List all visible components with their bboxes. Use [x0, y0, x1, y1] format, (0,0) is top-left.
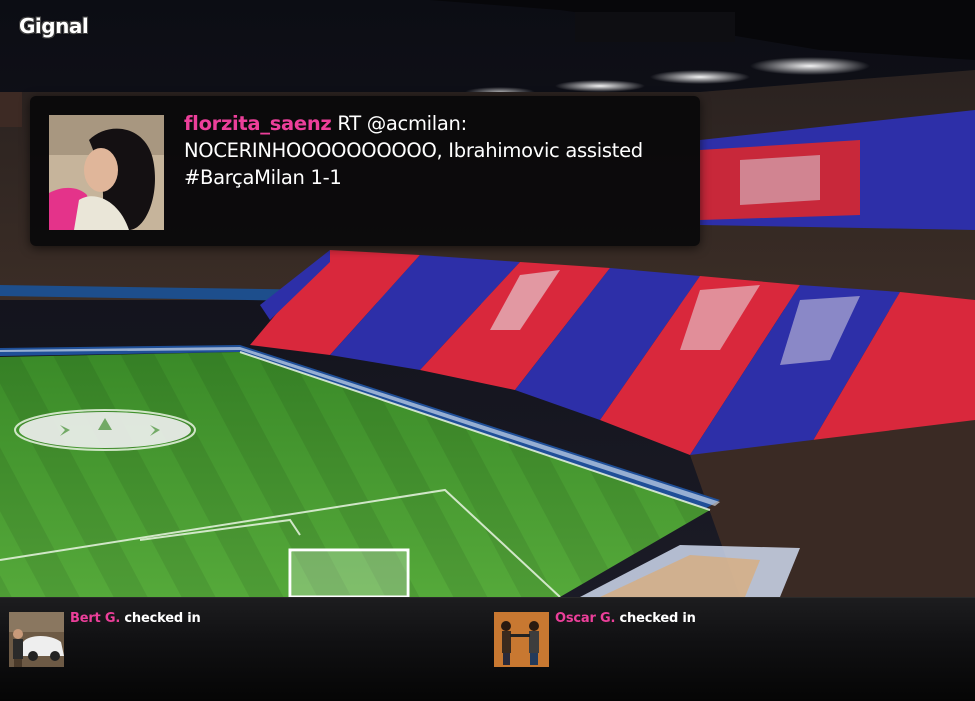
checkin-action: checked in: [124, 611, 201, 626]
tweet-card: florzita_saenz RT @acmilan: NOCERINHOOOO…: [30, 96, 700, 246]
checkin-avatar-oscar[interactable]: [494, 612, 549, 667]
checkin-avatar-bert[interactable]: [9, 612, 64, 667]
stadium-background-photo: [0, 0, 975, 597]
tweet-username-link[interactable]: florzita_saenz: [184, 112, 332, 135]
tweet-line-2: NOCERINHOOOOOOOOOO, Ibrahimovic assisted: [184, 139, 643, 162]
checkin-text: Oscar G. checked in: [555, 611, 696, 626]
gignal-logo: Gignal: [19, 14, 89, 38]
checkin-text: Bert G. checked in: [70, 611, 201, 626]
tweet-line-1: RT @acmilan:: [331, 112, 467, 135]
tweet-line-3: #BarçaMilan 1-1: [184, 166, 342, 189]
checkin-user-link[interactable]: Bert G.: [70, 611, 120, 626]
checkin-bar: Bert G. checked in Oscar G. checked in: [0, 597, 975, 701]
checkin-user-link[interactable]: Oscar G.: [555, 611, 615, 626]
tweet-text: florzita_saenz RT @acmilan: NOCERINHOOOO…: [184, 110, 684, 191]
checkin-action: checked in: [619, 611, 696, 626]
tweet-user-avatar[interactable]: [49, 115, 164, 230]
